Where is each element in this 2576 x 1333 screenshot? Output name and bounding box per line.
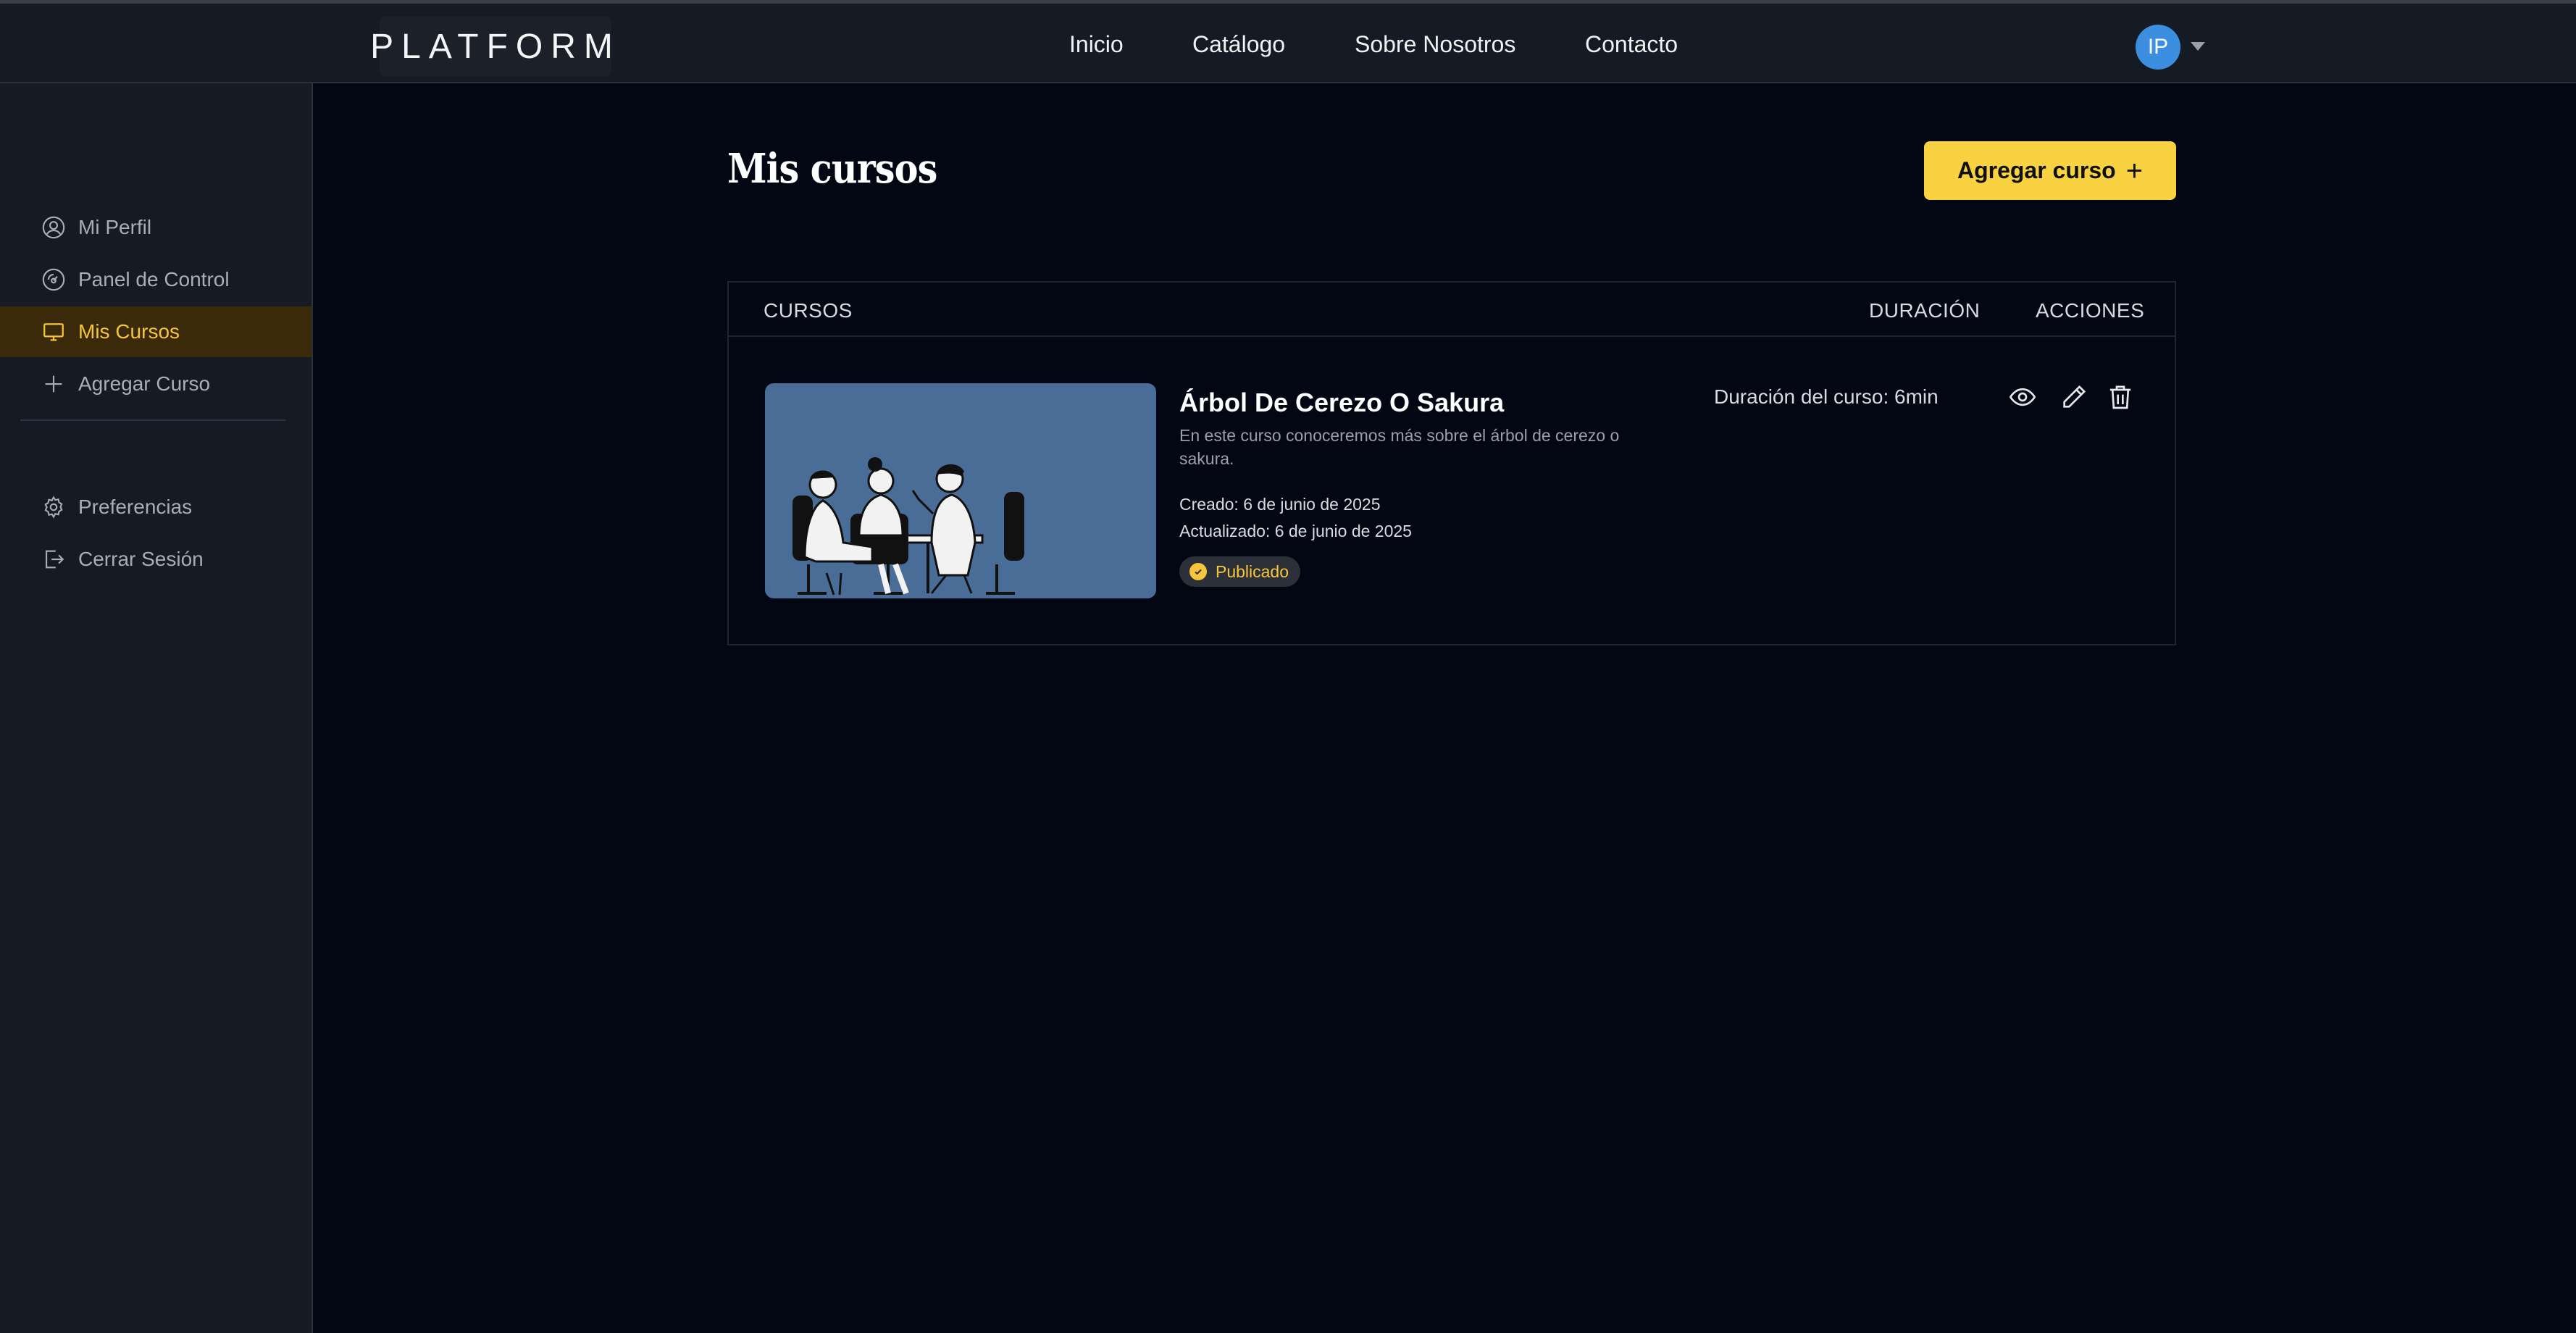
sidebar-item-label: Panel de Control: [78, 268, 230, 291]
dashboard-gauge-icon: [41, 267, 67, 293]
sidebar-divider: [20, 419, 285, 421]
eye-icon[interactable]: [2007, 381, 2038, 413]
table-header: CURSOS DURACIÓN ACCIONES: [729, 283, 2175, 337]
people-meeting-illustration: [793, 457, 1024, 596]
nav-contacto[interactable]: Contacto: [1585, 31, 1678, 58]
plus-icon: +: [2125, 154, 2144, 187]
course-duration: Duración del curso: 6min: [1714, 385, 1939, 408]
sidebar-item-mis-cursos[interactable]: Mis Cursos: [0, 306, 311, 357]
plus-icon: [41, 371, 67, 397]
status-badge-label: Publicado: [1216, 561, 1289, 581]
column-header-cursos: CURSOS: [764, 299, 853, 322]
nav-catalogo[interactable]: Catálogo: [1192, 31, 1285, 58]
course-title[interactable]: Árbol De Cerezo O Sakura: [1179, 388, 1504, 418]
gear-icon: [41, 494, 67, 520]
platform-logo[interactable]: PLATFORM: [370, 17, 613, 76]
top-navbar: PLATFORM Inicio Catálogo Sobre Nosotros …: [0, 0, 2576, 83]
sidebar-item-label: Mi Perfil: [78, 216, 152, 238]
add-course-button[interactable]: Agregar curso +: [1924, 141, 2176, 200]
nav-inicio[interactable]: Inicio: [1069, 31, 1124, 58]
course-thumbnail[interactable]: [765, 383, 1156, 598]
chevron-down-icon[interactable]: [2191, 42, 2205, 51]
user-avatar[interactable]: IP: [2136, 25, 2180, 70]
nav-sobre-nosotros[interactable]: Sobre Nosotros: [1355, 31, 1515, 58]
monitor-icon: [41, 319, 67, 345]
course-updated-date: Actualizado: 6 de junio de 2025: [1179, 522, 1412, 540]
status-badge: Publicado: [1179, 556, 1301, 587]
sidebar: Mi Perfil Panel de Control Mis Cursos Ag…: [0, 83, 313, 1333]
column-header-duracion: DURACIÓN: [1869, 299, 1981, 322]
sidebar-item-label: Mis Cursos: [78, 320, 180, 343]
sidebar-item-agregar-curso[interactable]: Agregar Curso: [0, 359, 311, 409]
sidebar-item-mi-perfil[interactable]: Mi Perfil: [0, 202, 311, 253]
course-created-date: Creado: 6 de junio de 2025: [1179, 495, 1381, 514]
check-circle-icon: [1189, 563, 1207, 580]
pencil-icon[interactable]: [2058, 381, 2090, 413]
page-title: Mis cursos: [727, 145, 937, 193]
sidebar-item-preferencias[interactable]: Preferencias: [0, 482, 311, 532]
course-description: En este curso conoceremos más sobre el á…: [1179, 426, 1620, 468]
sidebar-item-panel-de-control[interactable]: Panel de Control: [0, 254, 311, 305]
column-header-acciones: ACCIONES: [2036, 299, 2145, 322]
sidebar-item-label: Preferencias: [78, 496, 193, 518]
logout-icon: [41, 546, 67, 572]
trash-icon[interactable]: [2104, 381, 2136, 413]
add-course-button-label: Agregar curso: [1957, 157, 2116, 183]
sidebar-item-label: Cerrar Sesión: [78, 548, 204, 570]
sidebar-item-label: Agregar Curso: [78, 372, 211, 395]
sidebar-item-cerrar-sesion[interactable]: Cerrar Sesión: [0, 534, 311, 585]
user-circle-icon: [41, 214, 67, 241]
courses-table: CURSOS DURACIÓN ACCIONES Árbol De Cerezo…: [727, 281, 2176, 645]
